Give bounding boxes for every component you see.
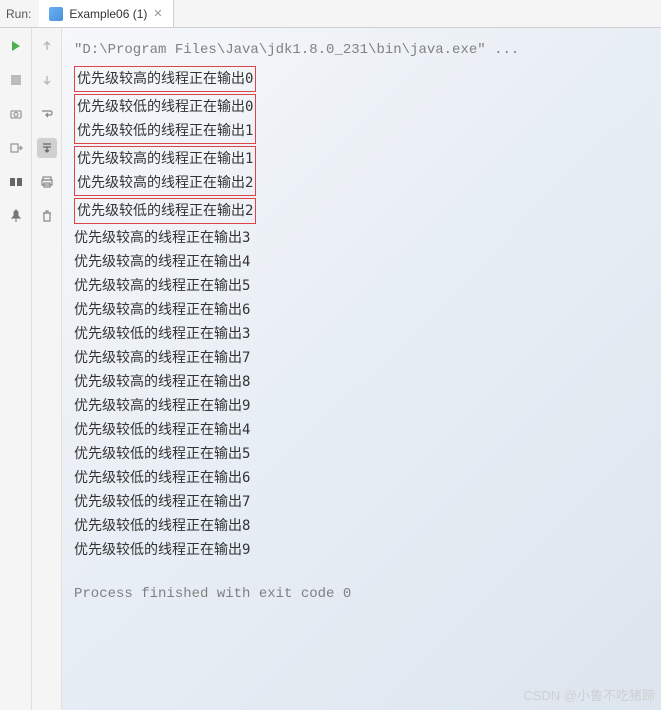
output-line: 优先级较高的线程正在输出4 [74, 250, 649, 274]
output-line: 优先级较高的线程正在输出2 [77, 171, 253, 195]
pin-button[interactable] [6, 206, 26, 226]
highlighted-group: 优先级较高的线程正在输出1优先级较高的线程正在输出2 [74, 146, 256, 196]
print-button[interactable] [37, 172, 57, 192]
output-line: 优先级较低的线程正在输出7 [74, 490, 649, 514]
output-line: 优先级较高的线程正在输出5 [74, 274, 649, 298]
stop-button[interactable] [6, 70, 26, 90]
run-tool-header: Run: Example06 (1) ✕ [0, 0, 661, 28]
output-line: 优先级较低的线程正在输出3 [74, 322, 649, 346]
console-output[interactable]: "D:\Program Files\Java\jdk1.8.0_231\bin\… [62, 28, 661, 710]
soft-wrap-button[interactable] [37, 104, 57, 124]
output-line: 优先级较低的线程正在输出5 [74, 442, 649, 466]
highlighted-group: 优先级较低的线程正在输出2 [74, 198, 256, 224]
command-line: "D:\Program Files\Java\jdk1.8.0_231\bin\… [74, 38, 649, 62]
output-line: 优先级较高的线程正在输出9 [74, 394, 649, 418]
tab-label: Example06 (1) [69, 7, 147, 21]
highlighted-group: 优先级较低的线程正在输出0优先级较低的线程正在输出1 [74, 94, 256, 144]
run-tab[interactable]: Example06 (1) ✕ [39, 0, 173, 27]
main-area: "D:\Program Files\Java\jdk1.8.0_231\bin\… [0, 28, 661, 710]
output-line: 优先级较高的线程正在输出6 [74, 298, 649, 322]
output-lines: 优先级较高的线程正在输出0优先级较低的线程正在输出0优先级较低的线程正在输出1优… [74, 66, 649, 562]
output-line: 优先级较低的线程正在输出1 [77, 119, 253, 143]
layout-button[interactable] [6, 172, 26, 192]
run-label: Run: [6, 7, 39, 21]
left-toolbar-1 [0, 28, 32, 710]
output-line: 优先级较高的线程正在输出3 [74, 226, 649, 250]
scroll-to-end-button[interactable] [37, 138, 57, 158]
output-line: 优先级较低的线程正在输出6 [74, 466, 649, 490]
up-icon[interactable] [37, 36, 57, 56]
clear-all-button[interactable] [37, 206, 57, 226]
left-toolbar-2 [32, 28, 62, 710]
output-line: 优先级较高的线程正在输出7 [74, 346, 649, 370]
output-line: 优先级较低的线程正在输出0 [77, 95, 253, 119]
exit-message: Process finished with exit code 0 [74, 582, 649, 606]
output-line: 优先级较高的线程正在输出0 [77, 67, 253, 91]
output-line: 优先级较低的线程正在输出9 [74, 538, 649, 562]
output-line: 优先级较高的线程正在输出1 [77, 147, 253, 171]
highlighted-group: 优先级较高的线程正在输出0 [74, 66, 256, 92]
down-icon[interactable] [37, 70, 57, 90]
output-line: 优先级较低的线程正在输出2 [77, 199, 253, 223]
app-icon [49, 7, 63, 21]
exit-button[interactable] [6, 138, 26, 158]
output-line: 优先级较高的线程正在输出8 [74, 370, 649, 394]
output-line: 优先级较低的线程正在输出8 [74, 514, 649, 538]
dump-button[interactable] [6, 104, 26, 124]
output-line: 优先级较低的线程正在输出4 [74, 418, 649, 442]
rerun-button[interactable] [6, 36, 26, 56]
close-icon[interactable]: ✕ [153, 7, 162, 20]
